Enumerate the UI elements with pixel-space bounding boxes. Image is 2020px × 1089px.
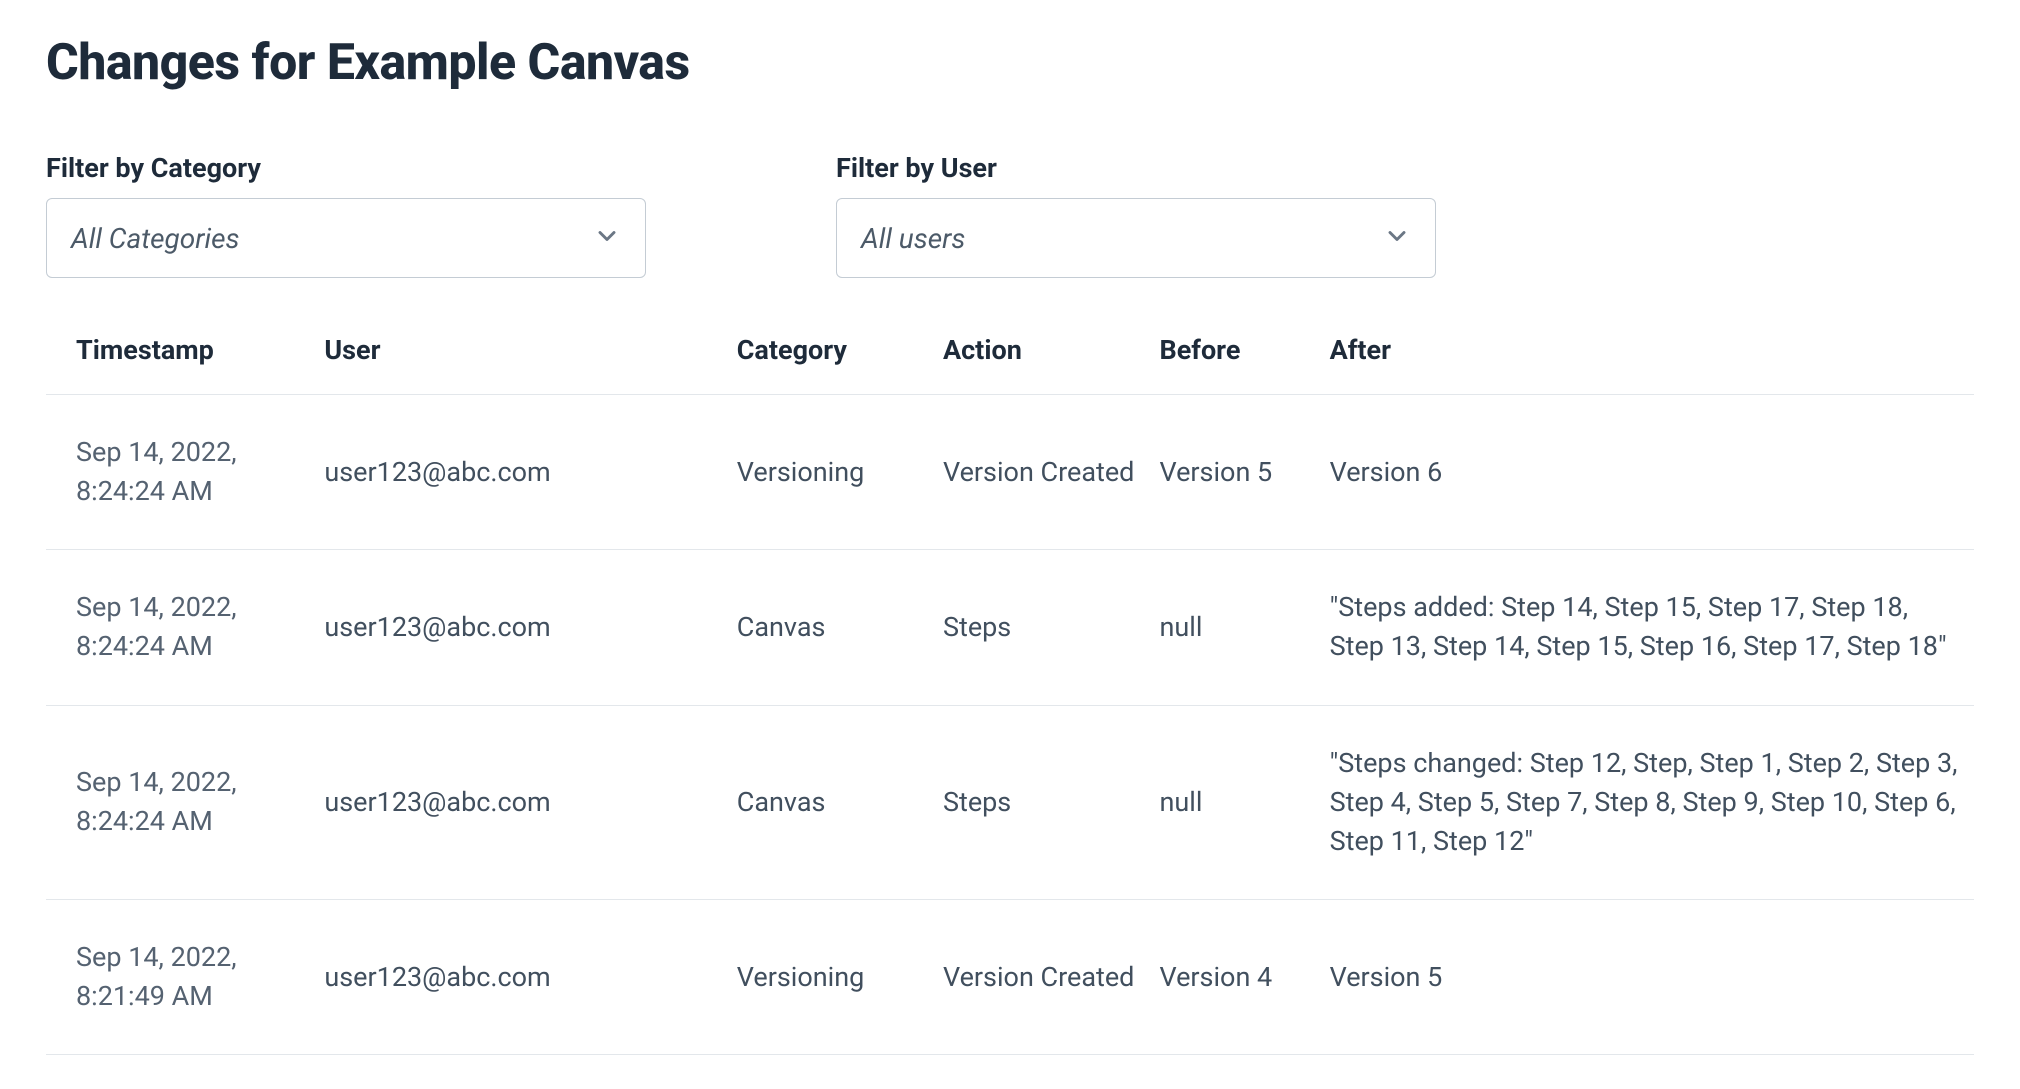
cell-action: Version Created — [943, 395, 1160, 550]
filter-user-label: Filter by User — [836, 152, 1436, 184]
filter-user-select[interactable]: All users — [836, 198, 1436, 278]
col-header-action: Action — [943, 314, 1160, 395]
table-row: Sep 14, 2022, 8:24:24 AMuser123@abc.comC… — [46, 705, 1974, 899]
chevron-down-icon — [593, 222, 621, 254]
cell-category: Versioning — [737, 395, 943, 550]
table-row: Sep 14, 2022, 8:24:24 AMuser123@abc.comV… — [46, 395, 1974, 550]
filter-category-group: Filter by Category All Categories — [46, 152, 646, 278]
changes-table: Timestamp User Category Action Before Af… — [46, 314, 1974, 1055]
cell-action: Steps — [943, 705, 1160, 899]
cell-after: Version 6 — [1330, 395, 1974, 550]
filter-user-value: All users — [861, 222, 965, 255]
cell-category: Canvas — [737, 705, 943, 899]
cell-user: user123@abc.com — [324, 395, 736, 550]
col-header-user: User — [324, 314, 736, 395]
cell-timestamp: Sep 14, 2022, 8:24:24 AM — [46, 550, 324, 705]
cell-user: user123@abc.com — [324, 550, 736, 705]
cell-before: Version 4 — [1159, 899, 1329, 1054]
cell-timestamp: Sep 14, 2022, 8:24:24 AM — [46, 395, 324, 550]
col-header-timestamp: Timestamp — [46, 314, 324, 395]
table-row: Sep 14, 2022, 8:21:49 AMuser123@abc.comV… — [46, 899, 1974, 1054]
cell-category: Canvas — [737, 550, 943, 705]
cell-after: "Steps added: Step 14, Step 15, Step 17,… — [1330, 550, 1974, 705]
cell-before: null — [1159, 705, 1329, 899]
cell-before: null — [1159, 550, 1329, 705]
cell-timestamp: Sep 14, 2022, 8:21:49 AM — [46, 899, 324, 1054]
col-header-before: Before — [1159, 314, 1329, 395]
filter-category-select[interactable]: All Categories — [46, 198, 646, 278]
cell-user: user123@abc.com — [324, 705, 736, 899]
filter-user-group: Filter by User All users — [836, 152, 1436, 278]
cell-action: Steps — [943, 550, 1160, 705]
col-header-category: Category — [737, 314, 943, 395]
cell-user: user123@abc.com — [324, 899, 736, 1054]
cell-category: Versioning — [737, 899, 943, 1054]
filter-category-value: All Categories — [71, 222, 240, 255]
page-title: Changes for Example Canvas — [46, 34, 1974, 92]
cell-after: "Steps changed: Step 12, Step, Step 1, S… — [1330, 705, 1974, 899]
table-header-row: Timestamp User Category Action Before Af… — [46, 314, 1974, 395]
filter-category-label: Filter by Category — [46, 152, 646, 184]
table-row: Sep 14, 2022, 8:24:24 AMuser123@abc.comC… — [46, 550, 1974, 705]
filter-bar: Filter by Category All Categories Filter… — [46, 152, 1974, 278]
cell-before: Version 5 — [1159, 395, 1329, 550]
cell-after: Version 5 — [1330, 899, 1974, 1054]
cell-timestamp: Sep 14, 2022, 8:24:24 AM — [46, 705, 324, 899]
col-header-after: After — [1330, 314, 1974, 395]
chevron-down-icon — [1383, 222, 1411, 254]
cell-action: Version Created — [943, 899, 1160, 1054]
